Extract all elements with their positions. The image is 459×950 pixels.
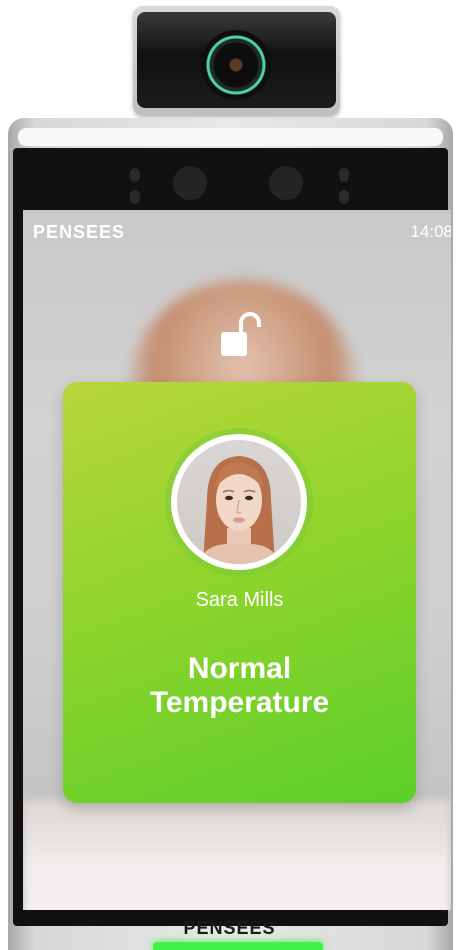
clock: 14:08 — [410, 222, 451, 241]
camera-face — [137, 12, 336, 108]
camera-lens-icon — [201, 30, 271, 100]
infrared-sensor-icon — [269, 166, 303, 200]
status-led — [153, 942, 323, 950]
brand-logo-bottom: PENSEES — [183, 918, 276, 938]
infrared-sensor-icon — [173, 166, 207, 200]
recognition-card: Sara Mills Normal Temperature — [63, 382, 416, 803]
status-line-1: Normal — [187, 652, 292, 685]
face-photo — [195, 456, 283, 564]
sensor-indicator — [130, 168, 140, 182]
sensor-indicator — [339, 190, 349, 204]
camera-preview-blur-lower — [23, 800, 451, 910]
status-line-2: Temperature — [149, 686, 330, 719]
avatar — [177, 440, 301, 564]
sensor-indicator — [130, 190, 140, 204]
sensor-indicator — [339, 168, 349, 182]
brand-logo-top: PENSEES — [33, 222, 126, 242]
unlock-icon — [221, 312, 261, 356]
person-name: Sara Mills — [195, 589, 284, 611]
avatar-ring — [171, 434, 307, 570]
temperature-status: Normal Temperature — [63, 652, 416, 720]
light-strip — [18, 128, 443, 146]
display-screen: PENSEES 14:08 Sara Mills Normal Temperat… — [23, 210, 451, 910]
camera-module — [133, 6, 340, 116]
